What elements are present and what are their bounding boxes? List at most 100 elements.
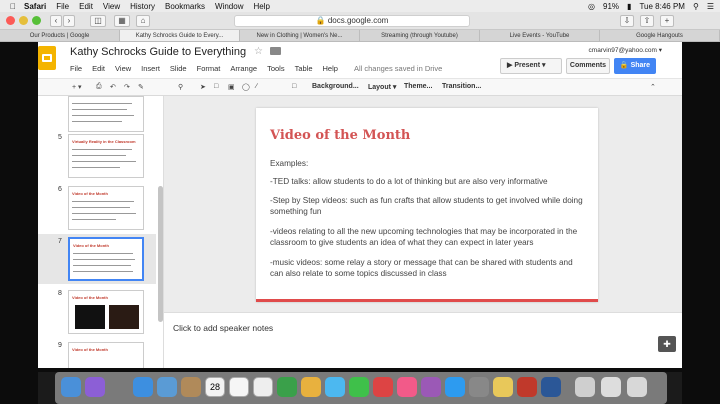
new-slide-icon[interactable]: + ▾ [72, 83, 82, 91]
filmstrip-scrollbar[interactable] [158, 186, 163, 322]
notes-icon[interactable] [229, 377, 249, 397]
address-bar[interactable]: 🔒 docs.google.com [234, 15, 470, 27]
comment-icon[interactable]: □ [292, 83, 296, 90]
tab-kathy-schrocks[interactable]: Kathy Schrocks Guide to Every... [120, 30, 240, 41]
slide-thumbnail-4[interactable] [68, 96, 144, 132]
slide-thumbnail-8[interactable]: Video of the Month [68, 290, 144, 334]
tab-our-products[interactable]: Our Products | Google [0, 30, 120, 41]
print-icon[interactable]: ⎙ [96, 83, 102, 91]
contacts-icon[interactable] [181, 377, 201, 397]
slide-examples-label[interactable]: Examples: [270, 158, 588, 169]
line-icon[interactable]: ∕ [256, 83, 257, 90]
calendar-icon[interactable]: 28 [205, 377, 225, 397]
forward-button[interactable]: › [63, 15, 75, 27]
docs-menu-file[interactable]: File [70, 64, 82, 73]
background-button[interactable]: Background... [312, 83, 359, 90]
docs-menu-view[interactable]: View [115, 64, 131, 73]
safari-icon[interactable] [133, 377, 153, 397]
new-tab-button[interactable]: + [660, 15, 674, 27]
docs-menu-table[interactable]: Table [295, 64, 313, 73]
layout-button[interactable]: Layout ▾ [368, 83, 396, 91]
search-icon[interactable]: ⚲ [693, 2, 699, 11]
facetime-icon[interactable] [349, 377, 369, 397]
close-window-button[interactable] [6, 16, 15, 25]
download-icon[interactable]: ⇩ [620, 15, 634, 27]
sidebar-icon[interactable]: ◫ [90, 15, 106, 27]
zoom-icon[interactable]: ⚲ [178, 83, 183, 91]
messages-icon[interactable] [325, 377, 345, 397]
present-button[interactable]: ▶ Present ▾ [500, 58, 562, 74]
slide-bullet-3[interactable]: -videos relating to all the new upcoming… [270, 226, 588, 248]
docs-menu-tools[interactable]: Tools [267, 64, 285, 73]
slides-logo-icon[interactable] [38, 46, 56, 70]
menu-history[interactable]: History [130, 2, 155, 11]
tab-live-events[interactable]: Live Events - YouTube [480, 30, 600, 41]
photos-icon[interactable] [301, 377, 321, 397]
docs-menu-format[interactable]: Format [197, 64, 221, 73]
menu-list-icon[interactable]: ☰ [707, 2, 714, 11]
reminders-icon[interactable] [253, 377, 273, 397]
paint-format-icon[interactable]: ✎ [138, 83, 144, 91]
document-title[interactable]: Kathy Schrocks Guide to Everything [70, 46, 246, 58]
menu-edit[interactable]: Edit [79, 2, 93, 11]
home-icon[interactable]: ⌂ [136, 15, 150, 27]
slide-thumbnail-9[interactable]: Video of the Month [68, 342, 144, 368]
news-icon[interactable] [373, 377, 393, 397]
slide-bullet-4[interactable]: -music videos: some relay a story or mes… [270, 257, 588, 279]
launchpad-icon[interactable] [109, 377, 129, 397]
back-button[interactable]: ‹ [50, 15, 62, 27]
books-icon[interactable] [421, 377, 441, 397]
undo-icon[interactable]: ↶ [110, 83, 116, 91]
slide-bullet-2[interactable]: -Step by Step videos: such as fun crafts… [270, 195, 588, 217]
documents-stack-icon[interactable] [601, 377, 621, 397]
tabs-overview-icon[interactable]: ▦ [114, 15, 130, 27]
music-icon[interactable] [397, 377, 417, 397]
menu-safari[interactable]: Safari [24, 2, 46, 11]
menu-file[interactable]: File [56, 2, 69, 11]
redo-icon[interactable]: ↷ [124, 83, 130, 91]
slide-thumbnail-7-selected[interactable]: Video of the Month [68, 237, 144, 281]
mail-icon[interactable] [157, 377, 177, 397]
slide-thumbnail-6[interactable]: Video of the Month [68, 186, 144, 230]
speaker-notes-placeholder[interactable]: Click to add speaker notes [173, 323, 273, 333]
collapse-icon[interactable]: ⌃ [650, 83, 656, 91]
current-slide[interactable]: Video of the Month Examples: -TED talks:… [256, 108, 598, 302]
minimize-window-button[interactable] [19, 16, 28, 25]
docs-menu-arrange[interactable]: Arrange [230, 64, 257, 73]
shape-icon[interactable]: ◯ [242, 83, 250, 91]
select-icon[interactable]: ➤ [200, 83, 206, 91]
siri-icon[interactable] [85, 377, 105, 397]
menu-bookmarks[interactable]: Bookmarks [165, 2, 205, 11]
battery-icon[interactable]: ▮ [627, 2, 631, 11]
clock[interactable]: Tue 8:46 PM [639, 2, 685, 11]
text-box-icon[interactable]: □ [214, 83, 218, 90]
stickies-icon[interactable] [493, 377, 513, 397]
powerpoint-icon[interactable] [517, 377, 537, 397]
zoom-window-button[interactable] [32, 16, 41, 25]
tab-new-in-clothing[interactable]: New in Clothing | Women's Ne... [240, 30, 360, 41]
docs-menu-insert[interactable]: Insert [141, 64, 160, 73]
maps-icon[interactable] [277, 377, 297, 397]
docs-menu-slide[interactable]: Slide [170, 64, 187, 73]
share-page-icon[interactable]: ⇧ [640, 15, 654, 27]
tab-streaming[interactable]: Streaming (through Youtube) [360, 30, 480, 41]
finder-icon[interactable] [61, 377, 81, 397]
apple-icon[interactable]:  [10, 2, 16, 11]
tab-google-hangouts[interactable]: Google Hangouts [600, 30, 720, 41]
wifi-icon[interactable]: ◎ [588, 2, 595, 11]
star-icon[interactable]: ☆ [254, 46, 263, 57]
menu-view[interactable]: View [103, 2, 120, 11]
folder-icon[interactable] [270, 47, 281, 55]
slide-bullet-1[interactable]: -TED talks: allow students to do a lot o… [270, 176, 588, 187]
docs-menu-help[interactable]: Help [323, 64, 338, 73]
explore-sidebar-icon[interactable]: ✚ [658, 336, 676, 352]
battery-percent[interactable]: 91% [603, 2, 619, 11]
system-preferences-icon[interactable] [469, 377, 489, 397]
word-icon[interactable] [541, 377, 561, 397]
comments-button[interactable]: Comments [566, 58, 610, 74]
trash-icon[interactable] [627, 377, 647, 397]
theme-button[interactable]: Theme... [404, 83, 432, 90]
downloads-stack-icon[interactable] [575, 377, 595, 397]
app-store-icon[interactable] [445, 377, 465, 397]
speaker-notes-panel[interactable]: Click to add speaker notes [164, 312, 682, 368]
